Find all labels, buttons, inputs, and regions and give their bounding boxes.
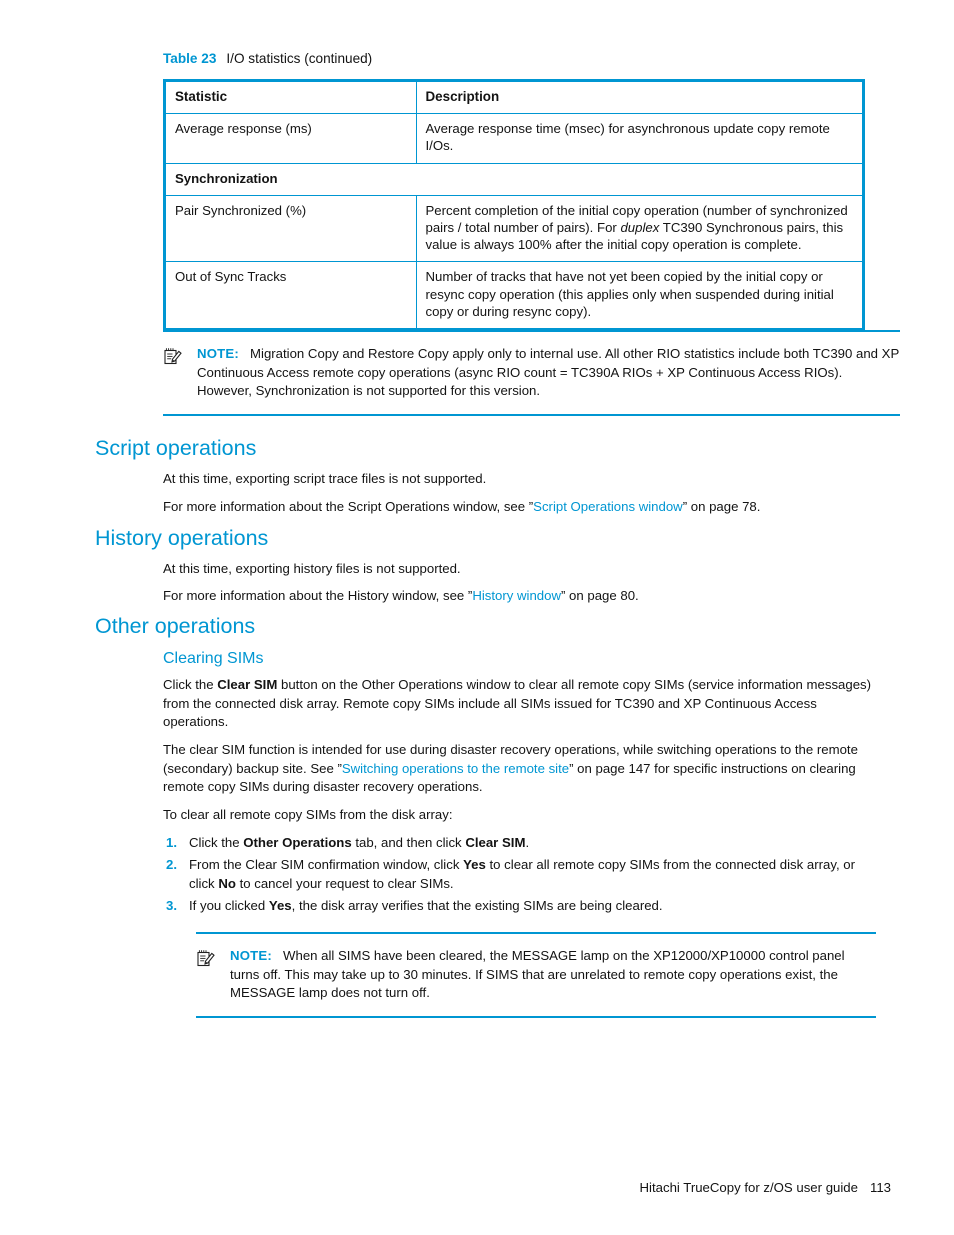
- note-bottom: NOTE: When all SIMS have been cleared, th…: [196, 932, 876, 1018]
- link-switching-operations-remote-site[interactable]: Switching operations to the remote site: [342, 761, 569, 776]
- note-top: NOTE: Migration Copy and Restore Copy app…: [163, 330, 900, 416]
- step-bold-1: Yes: [463, 857, 486, 873]
- io-statistics-table: Statistic Description Average response (…: [163, 79, 865, 332]
- link-script-operations-window[interactable]: Script Operations window: [533, 499, 683, 514]
- desc-italic: duplex: [620, 220, 660, 236]
- text-before-link: For more information about the Script Op…: [163, 499, 534, 514]
- heading-history-operations: History operations: [95, 526, 269, 550]
- list-item: 3. If you clicked Yes, the disk array ver…: [163, 897, 875, 916]
- cell-statistic: Average response (ms): [166, 113, 416, 164]
- list-item: 1. Click the Other Operations tab, and th…: [163, 834, 875, 853]
- clearing-sims-para-1: Click the Clear SIM button on the Other …: [163, 676, 875, 732]
- table-caption: Table 23 I/O statistics (continued): [163, 50, 372, 68]
- clearing-sims-steps: 1. Click the Other Operations tab, and th…: [163, 834, 875, 919]
- step-text-d: to cancel your request to clear SIMs.: [235, 875, 454, 891]
- page-footer: Hitachi TrueCopy for z/OS user guide 113: [0, 1180, 891, 1195]
- note-bottom-body: NOTE: When all SIMS have been cleared, th…: [196, 934, 876, 1016]
- step-text-a: From the Clear SIM confirmation window, …: [189, 857, 464, 873]
- table-header-description: Description: [415, 82, 862, 114]
- table-row: Pair Synchronized (%) Percent completion…: [166, 194, 862, 262]
- text-after-link: ” on page 78.: [682, 499, 761, 514]
- script-operations-para-2: For more information about the Script Op…: [163, 498, 875, 517]
- clearing-sims-para-2: The clear SIM function is intended for u…: [163, 741, 875, 797]
- note-text: Migration Copy and Restore Copy apply on…: [197, 346, 900, 399]
- note-rule-bottom: [163, 413, 900, 416]
- step-number: 1.: [166, 835, 177, 850]
- script-operations-para-1: At this time, exporting script trace fil…: [163, 471, 487, 486]
- step-text-c: tab, and then click: [351, 835, 466, 850]
- heading-other-operations: Other operations: [95, 614, 256, 638]
- note-text: When all SIMS have been cleared, the MES…: [230, 948, 845, 1001]
- step-text-c: , the disk array verifies that the exist…: [291, 898, 663, 914]
- step-bold-2: No: [218, 875, 236, 891]
- cell-statistic: Pair Synchronized (%): [166, 194, 416, 262]
- table-header-statistic: Statistic: [175, 89, 228, 104]
- note-pad-pencil-icon: [196, 948, 216, 968]
- step-bold-1: Yes: [268, 898, 292, 914]
- cell-section-synchronization: Synchronization: [166, 162, 862, 196]
- step-text-a: Click the: [189, 835, 244, 850]
- document-page: Table 23 I/O statistics (continued) Stati…: [0, 0, 954, 1235]
- note-label: NOTE:: [197, 346, 240, 361]
- list-item: 2. From the Clear SIM confirmation window…: [163, 856, 875, 893]
- heading-script-operations: Script operations: [95, 436, 257, 460]
- history-operations-para-1: At this time, exporting history files is…: [163, 561, 461, 576]
- step-bold-1: Other Operations: [243, 835, 352, 850]
- cell-description: Number of tracks that have not yet been …: [415, 261, 862, 329]
- link-history-window[interactable]: History window: [472, 588, 561, 603]
- note-rule-bottom: [196, 1015, 876, 1018]
- table-section-row: Synchronization: [166, 162, 862, 196]
- text-before-link: For more information about the History w…: [163, 588, 473, 603]
- table-row: Average response (ms) Average response t…: [166, 113, 862, 164]
- clearing-sims-intro: To clear all remote copy SIMs from the d…: [163, 807, 453, 822]
- cell-description: Average response time (msec) for asynchr…: [415, 113, 862, 164]
- para1-bold-clear-sim: Clear SIM: [217, 677, 278, 692]
- table-row: Out of Sync Tracks Number of tracks that…: [166, 261, 862, 329]
- step-number: 3.: [166, 898, 177, 914]
- cell-statistic: Out of Sync Tracks: [166, 261, 416, 329]
- footer-page-number: 113: [869, 1180, 891, 1195]
- table-caption-label: Table 23: [163, 51, 217, 66]
- subheading-clearing-sims: Clearing SIMs: [163, 650, 264, 667]
- history-operations-para-2: For more information about the History w…: [163, 587, 875, 606]
- note-label: NOTE:: [230, 948, 273, 963]
- note-top-body: NOTE: Migration Copy and Restore Copy app…: [163, 332, 900, 414]
- step-bold-2: Clear SIM: [465, 835, 526, 850]
- table-header-row: Statistic Description: [166, 82, 862, 114]
- table-caption-title: I/O statistics (continued): [226, 51, 373, 66]
- text-after-link: ” on page 80.: [561, 588, 639, 603]
- note-pad-pencil-icon: [163, 346, 183, 366]
- para1-text-a: Click the: [163, 677, 218, 692]
- step-number: 2.: [166, 857, 177, 873]
- step-text-a: If you clicked: [189, 898, 269, 914]
- footer-title: Hitachi TrueCopy for z/OS user guide: [639, 1180, 858, 1195]
- cell-description: Percent completion of the initial copy o…: [415, 194, 862, 262]
- step-text-d: .: [525, 835, 530, 850]
